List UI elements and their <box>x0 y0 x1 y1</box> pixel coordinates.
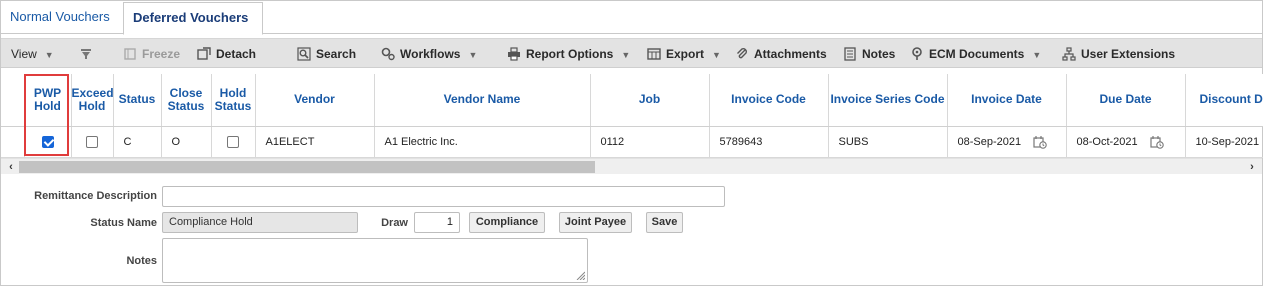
tab-normal-vouchers[interactable]: Normal Vouchers <box>1 2 119 34</box>
vendor-cell[interactable]: A1ELECT <box>255 126 375 158</box>
freeze-button[interactable]: Freeze <box>123 39 180 69</box>
vouchers-table: PWP Hold Exceed Hold Status Close Status… <box>1 74 1263 158</box>
col-vendor[interactable]: Vendor <box>255 74 375 127</box>
table-row[interactable]: C O A1ELECT A1 Electric Inc. 0112 578964… <box>1 126 1263 158</box>
col-vendor-name[interactable]: Vendor Name <box>374 74 591 127</box>
col-invoice-code[interactable]: Invoice Code <box>709 74 829 127</box>
col-job[interactable]: Job <box>590 74 710 127</box>
due-date-value: 08-Oct-2021 <box>1076 135 1138 148</box>
freeze-label: Freeze <box>142 47 181 61</box>
status-name-field: Compliance Hold <box>162 212 358 233</box>
caret-down-icon: ▼ <box>621 50 631 60</box>
status-name-label: Status Name <box>90 217 157 229</box>
notes-button[interactable]: Notes <box>843 39 895 69</box>
view-menu-button[interactable]: View ▼ <box>11 39 54 69</box>
detach-icon <box>197 47 211 60</box>
hold-status-cell[interactable] <box>211 126 256 158</box>
paperclip-icon <box>737 48 747 59</box>
tab-deferred-vouchers[interactable]: Deferred Vouchers <box>123 2 263 35</box>
resize-grip-icon[interactable] <box>575 270 585 280</box>
joint-payee-button[interactable]: Joint Payee <box>559 212 632 233</box>
remittance-description-input[interactable] <box>162 186 725 207</box>
remittance-description-label: Remittance Description <box>34 190 157 202</box>
pwp-hold-cell[interactable] <box>24 126 72 158</box>
discount-date-cell[interactable]: 10-Sep-2021 <box>1185 126 1263 158</box>
hierarchy-icon <box>1062 47 1076 61</box>
workflows-label: Workflows <box>400 47 461 61</box>
user-extensions-label: User Extensions <box>1081 47 1176 61</box>
export-icon <box>647 48 661 60</box>
detach-button[interactable]: Detach <box>197 39 256 69</box>
vendor-name-cell[interactable]: A1 Electric Inc. <box>374 126 591 158</box>
attachments-button[interactable]: Attachments <box>735 39 827 69</box>
workflows-icon <box>381 47 395 61</box>
caret-down-icon: ▼ <box>44 50 54 60</box>
exceed-hold-cell[interactable] <box>71 126 114 158</box>
col-exceed-hold[interactable]: Exceed Hold <box>71 74 114 127</box>
report-options-button[interactable]: Report Options ▼ <box>507 39 630 69</box>
notes-label: Notes <box>862 47 896 61</box>
close-status-cell[interactable]: O <box>161 126 212 158</box>
export-button[interactable]: Export ▼ <box>647 39 721 69</box>
invoice-code-cell[interactable]: 5789643 <box>709 126 829 158</box>
row-selector[interactable] <box>1 126 25 158</box>
caret-down-icon: ▼ <box>1032 50 1042 60</box>
exceed-hold-checkbox[interactable] <box>86 135 98 148</box>
status-cell[interactable]: C <box>113 126 162 158</box>
notes-textarea[interactable] <box>162 238 588 283</box>
col-close-status[interactable]: Close Status <box>161 74 212 127</box>
pwp-hold-checkbox[interactable] <box>41 135 54 148</box>
compliance-button[interactable]: Compliance <box>469 212 545 233</box>
col-hold-status[interactable]: Hold Status <box>211 74 256 127</box>
search-icon <box>297 47 311 61</box>
draw-input[interactable]: 1 <box>414 212 460 233</box>
filter-icon <box>81 49 91 59</box>
workflows-button[interactable]: Workflows ▼ <box>381 39 477 69</box>
attachments-label: Attachments <box>754 47 827 61</box>
export-label: Export <box>666 47 705 61</box>
calendar-icon[interactable] <box>1033 135 1047 149</box>
report-options-label: Report Options <box>526 47 614 61</box>
col-status[interactable]: Status <box>113 74 162 127</box>
view-label: View <box>11 47 37 61</box>
scrollbar-thumb[interactable] <box>19 161 595 173</box>
invoice-date-value: 08-Sep-2021 <box>957 135 1022 148</box>
invoice-series-code-cell[interactable]: SUBS <box>828 126 948 158</box>
due-date-cell[interactable]: 08-Oct-2021 <box>1066 126 1186 158</box>
ecm-icon <box>912 47 922 60</box>
notes-icon <box>844 47 856 61</box>
scroll-right-icon[interactable]: › <box>1244 159 1260 175</box>
freeze-icon <box>124 48 136 60</box>
search-label: Search <box>316 47 357 61</box>
toolbar: View ▼ Freeze Detach Search Workflows ▼ Re… <box>1 38 1262 68</box>
invoice-date-cell[interactable]: 08-Sep-2021 <box>947 126 1067 158</box>
draw-label: Draw <box>381 217 408 229</box>
search-button[interactable]: Search <box>297 39 356 69</box>
detach-label: Detach <box>216 47 257 61</box>
row-selector-header <box>1 74 25 127</box>
col-due-date[interactable]: Due Date <box>1066 74 1186 127</box>
col-invoice-series-code[interactable]: Invoice Series Code <box>828 74 948 127</box>
filter-button[interactable] <box>79 39 98 69</box>
notes-label: Notes <box>126 255 157 267</box>
user-extensions-button[interactable]: User Extensions <box>1062 39 1175 69</box>
calendar-icon[interactable] <box>1150 135 1164 149</box>
horizontal-scrollbar[interactable]: ‹ › <box>1 158 1262 174</box>
scroll-left-icon[interactable]: ‹ <box>3 159 19 175</box>
tab-bar: Normal Vouchers Deferred Vouchers <box>0 0 1263 35</box>
col-invoice-date[interactable]: Invoice Date <box>947 74 1067 127</box>
job-cell[interactable]: 0112 <box>590 126 710 158</box>
caret-down-icon: ▼ <box>712 50 721 60</box>
table-header-row: PWP Hold Exceed Hold Status Close Status… <box>1 74 1263 127</box>
ecm-documents-button[interactable]: ECM Documents ▼ <box>910 39 1041 69</box>
col-pwp-hold[interactable]: PWP Hold <box>24 74 72 127</box>
hold-status-checkbox[interactable] <box>227 135 239 148</box>
caret-down-icon: ▼ <box>468 50 478 60</box>
save-button[interactable]: Save <box>646 212 683 233</box>
printer-icon <box>508 47 520 61</box>
ecm-documents-label: ECM Documents <box>929 47 1025 61</box>
col-discount-date[interactable]: Discount D <box>1185 74 1263 127</box>
